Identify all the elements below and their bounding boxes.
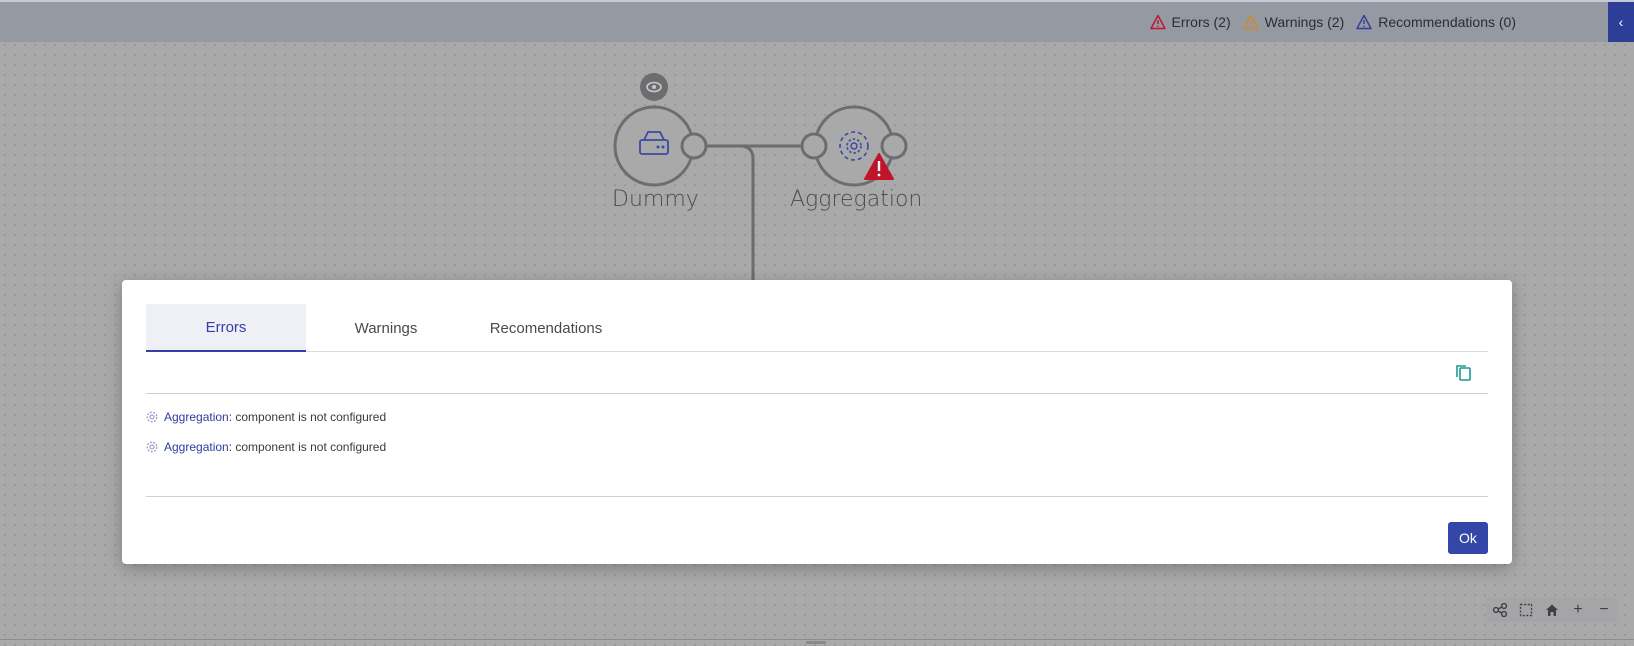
plus-icon: +	[1573, 601, 1583, 618]
recommendation-triangle-icon	[1356, 14, 1372, 30]
gear-icon	[146, 411, 158, 423]
connector-drop-line	[739, 144, 755, 280]
errors-status[interactable]: Errors (2)	[1149, 14, 1231, 30]
minus-icon: −	[1599, 601, 1609, 618]
aggregation-input-port[interactable]	[800, 132, 828, 160]
tab-warnings[interactable]: Warnings	[306, 304, 466, 352]
warnings-status-label: Warnings (2)	[1264, 14, 1345, 30]
home-icon	[1546, 604, 1558, 616]
dialog-tabs: Errors Warnings Recomendations	[146, 304, 1488, 352]
recommendations-status-label: Recommendations (0)	[1378, 14, 1516, 30]
home-view-button[interactable]	[1539, 598, 1565, 622]
dialog-toolbar	[146, 353, 1488, 394]
dialog-divider	[146, 496, 1488, 497]
dummy-output-port[interactable]	[680, 132, 708, 160]
list-item: Aggregation: component is not configured	[146, 432, 1488, 462]
graph-layout-icon	[1492, 602, 1508, 618]
validation-dialog: Errors Warnings Recomendations Aggregati…	[122, 280, 1512, 564]
list-item: Aggregation: component is not configured	[146, 402, 1488, 432]
component-link[interactable]: Aggregation	[164, 410, 229, 424]
ok-button[interactable]: Ok	[1448, 522, 1488, 554]
gear-icon	[146, 441, 158, 453]
errors-status-label: Errors (2)	[1171, 14, 1231, 30]
tab-errors[interactable]: Errors	[146, 304, 306, 352]
select-area-button[interactable]	[1513, 598, 1539, 622]
aggregation-output-port[interactable]	[880, 132, 908, 160]
warnings-status[interactable]: Warnings (2)	[1242, 14, 1345, 30]
node-label-aggregation: Aggregation	[790, 187, 923, 212]
component-link[interactable]: Aggregation	[164, 440, 229, 454]
auto-layout-button[interactable]	[1487, 598, 1513, 622]
bottom-divider	[0, 639, 1634, 640]
zoom-in-button[interactable]: +	[1565, 598, 1591, 622]
copy-icon[interactable]	[1454, 363, 1474, 383]
message-text: : component is not configured	[228, 410, 387, 424]
resize-handle[interactable]	[806, 641, 826, 644]
chevron-left-icon: ‹	[1618, 14, 1624, 30]
error-message-list: Aggregation: component is not configured…	[146, 402, 1488, 462]
recommendations-status[interactable]: Recommendations (0)	[1356, 14, 1516, 30]
node-aggregation[interactable]	[800, 105, 908, 187]
node-label-dummy: Dummy	[612, 187, 699, 212]
collapse-panel-button[interactable]: ‹	[1608, 2, 1634, 42]
canvas-tools: + −	[1487, 598, 1617, 622]
validation-header: Errors (2) Warnings (2) Recommendations …	[0, 2, 1634, 42]
node-dummy[interactable]	[613, 73, 708, 187]
selection-box-icon	[1519, 603, 1533, 617]
message-text: : component is not configured	[228, 440, 387, 454]
warning-triangle-icon	[1242, 14, 1259, 30]
zoom-out-button[interactable]: −	[1591, 598, 1617, 622]
error-triangle-icon	[1149, 14, 1166, 30]
validation-status-group: Errors (2) Warnings (2) Recommendations …	[1149, 2, 1516, 42]
tab-recommendations[interactable]: Recomendations	[466, 304, 626, 352]
